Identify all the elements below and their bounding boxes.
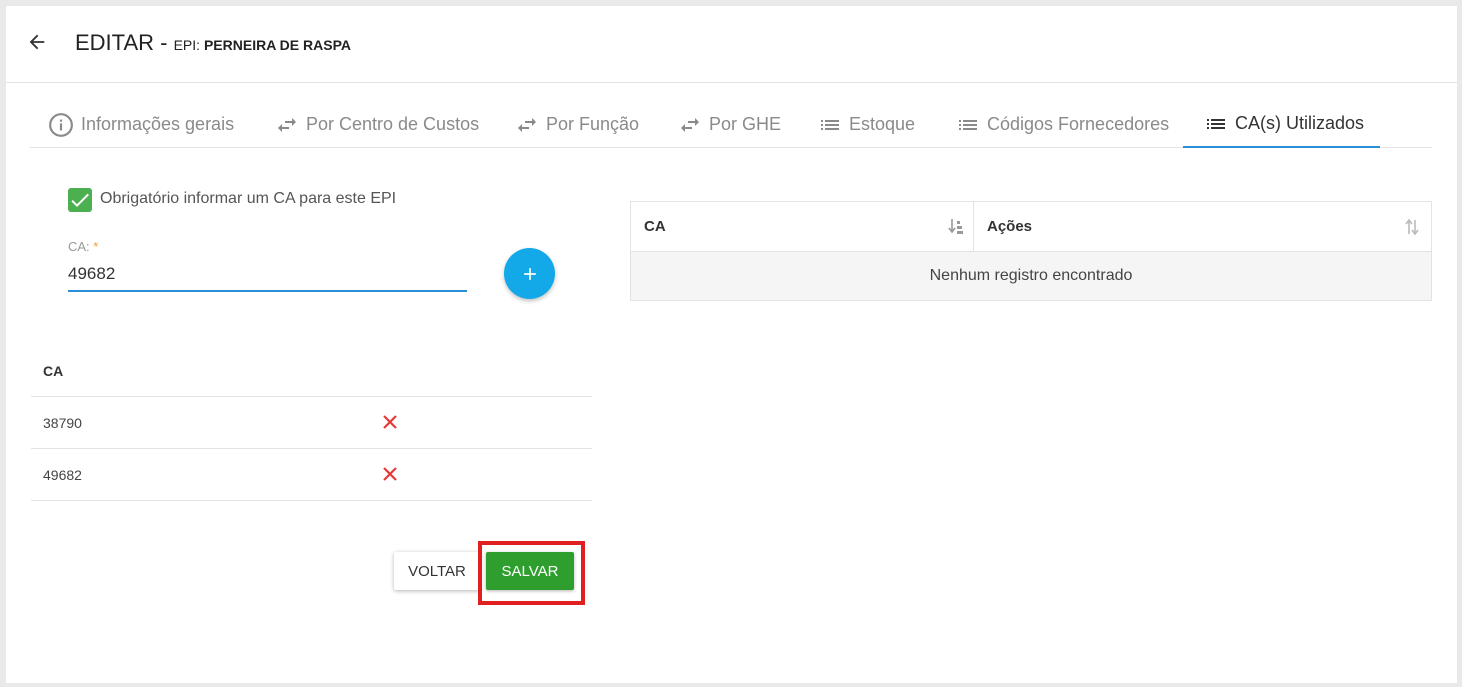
swap-icon bbox=[278, 117, 296, 132]
sort-icon bbox=[1405, 218, 1419, 236]
tab-label: Por Função bbox=[546, 114, 640, 134]
ca-list-table: CA 38790 49682 bbox=[31, 346, 592, 501]
empty-message: Nenhum registro encontrado bbox=[631, 251, 1431, 300]
plus-icon bbox=[523, 267, 536, 280]
tab-bar: Informações gerais Por Centro de Custos … bbox=[30, 101, 1432, 148]
sort-desc-icon bbox=[948, 219, 963, 234]
title-main: EDITAR - bbox=[75, 30, 174, 55]
column-header-label: Ações bbox=[987, 218, 1033, 235]
ca-required-checkbox[interactable] bbox=[68, 188, 92, 212]
list-icon bbox=[1207, 118, 1225, 129]
ca-input[interactable] bbox=[68, 258, 467, 292]
delete-icon[interactable] bbox=[382, 466, 398, 482]
info-icon bbox=[49, 112, 73, 137]
salvar-button[interactable]: SALVAR bbox=[486, 552, 574, 590]
page-title: EDITAR - EPI: PERNEIRA DE RASPA bbox=[75, 30, 351, 56]
tab-label: Informações gerais bbox=[81, 114, 235, 134]
check-icon bbox=[71, 193, 89, 207]
tab-label: Por Centro de Custos bbox=[306, 114, 480, 134]
main-card: EDITAR - EPI: PERNEIRA DE RASPA Informaç… bbox=[6, 6, 1457, 683]
title-epi-name: PERNEIRA DE RASPA bbox=[203, 37, 351, 53]
tab-label: Por GHE bbox=[709, 114, 782, 134]
ca-required-checkbox-label: Obrigatório informar um CA para este EPI bbox=[100, 190, 397, 207]
tab-por-centro-de-custos[interactable]: Por Centro de Custos bbox=[275, 101, 479, 148]
tab-cas-utilizados[interactable]: CA(s) Utilizados bbox=[1183, 101, 1380, 148]
ca-results-table: CA Ações Nenhum registro encontrado bbox=[630, 201, 1432, 301]
delete-icon[interactable] bbox=[382, 414, 398, 430]
tab-por-ghe[interactable]: Por GHE bbox=[678, 101, 781, 148]
ca-cell: 38790 bbox=[43, 414, 82, 431]
add-ca-button[interactable] bbox=[504, 248, 555, 299]
ca-label-text: CA: bbox=[68, 239, 90, 254]
list-icon bbox=[821, 119, 839, 130]
page-header: EDITAR - EPI: PERNEIRA DE RASPA bbox=[6, 6, 1457, 83]
tab-por-funcao[interactable]: Por Função bbox=[515, 101, 639, 148]
ca-field-label: CA: * bbox=[68, 239, 98, 254]
tab-informacoes-gerais[interactable]: Informações gerais bbox=[48, 101, 234, 148]
ca-cell: 49682 bbox=[43, 466, 82, 483]
title-prefix: EPI: bbox=[173, 37, 204, 53]
voltar-button[interactable]: VOLTAR bbox=[394, 552, 480, 590]
column-header-label: CA bbox=[644, 218, 666, 235]
column-header-ca[interactable]: CA bbox=[631, 202, 974, 251]
table-row: 49682 bbox=[31, 449, 592, 501]
tab-label: CA(s) Utilizados bbox=[1235, 113, 1365, 133]
back-arrow-icon[interactable] bbox=[26, 31, 48, 53]
swap-icon bbox=[681, 117, 699, 132]
swap-icon bbox=[518, 117, 536, 132]
tab-label: Códigos Fornecedores bbox=[987, 114, 1170, 134]
table-row: 38790 bbox=[31, 397, 592, 449]
required-asterisk: * bbox=[93, 239, 99, 254]
column-header-acoes[interactable]: Ações bbox=[974, 202, 1431, 251]
tab-label: Estoque bbox=[849, 114, 916, 134]
tab-estoque[interactable]: Estoque bbox=[818, 101, 915, 148]
list-icon bbox=[959, 119, 977, 130]
ca-list-header: CA bbox=[31, 346, 592, 397]
tab-codigos-fornecedores[interactable]: Códigos Fornecedores bbox=[956, 101, 1169, 148]
